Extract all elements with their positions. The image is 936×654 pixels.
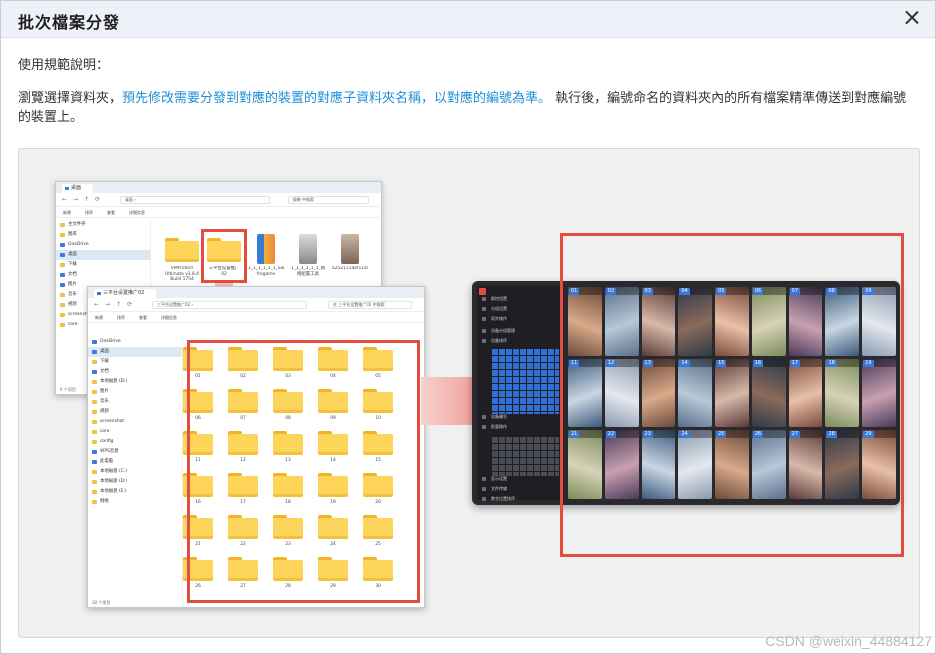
sidebar-item[interactable]: WPS云盘 bbox=[88, 447, 182, 457]
nav-arrows-icon: ←→↑⟳ bbox=[94, 301, 139, 308]
sidebar-item[interactable]: 本地磁盘 (D:) bbox=[88, 477, 182, 487]
sidebar-item[interactable]: OneDrive bbox=[88, 337, 182, 347]
toolbar-item[interactable]: 新建 bbox=[63, 210, 71, 215]
device-sidebar-item[interactable]: 同步操作 bbox=[477, 314, 507, 323]
search-box: 在 三平台设置推广02 中搜索 bbox=[328, 301, 412, 309]
file-name: 1_1_1_1_1_1_网络配置工具 bbox=[290, 266, 326, 277]
sidebar-item[interactable]: 文档 bbox=[88, 367, 182, 377]
device-sidebar-item[interactable]: 批量操作 bbox=[477, 422, 507, 431]
sidebar-item[interactable]: 桌面 bbox=[88, 347, 182, 357]
device-sidebar-item[interactable]: 显示设置 bbox=[477, 474, 507, 483]
sidebar-item[interactable]: 音乐 bbox=[88, 397, 182, 407]
nav-arrows-icon: ←→↑⟳ bbox=[62, 196, 107, 203]
device-grid-selected bbox=[491, 348, 559, 414]
toolbar-item[interactable]: 查看 bbox=[107, 210, 115, 215]
explorer-tab: 三平台设置推广02 bbox=[94, 289, 157, 298]
folder-icon bbox=[165, 238, 199, 262]
tool-icon bbox=[299, 234, 317, 264]
device-sidebar-item[interactable]: 群控设置 bbox=[477, 294, 507, 303]
sidebar-item[interactable]: 图库 bbox=[56, 230, 150, 240]
sidebar-item[interactable]: 下载 bbox=[88, 357, 182, 367]
explorer-tab: 桌面 bbox=[62, 184, 94, 193]
sidebar-item[interactable]: 桌面 bbox=[56, 250, 150, 260]
toolbar-item[interactable]: 排序 bbox=[117, 315, 125, 320]
sidebar-item[interactable]: 图片 bbox=[88, 387, 182, 397]
device-grid-numbers bbox=[491, 436, 559, 476]
device-sidebar-item[interactable]: 文件传输 bbox=[477, 484, 507, 493]
dialog-titlebar: 批次檔案分發 bbox=[1, 1, 935, 38]
device-sidebar-item[interactable]: 分组设置 bbox=[477, 304, 507, 313]
status-bar: 30 个项目 bbox=[92, 600, 111, 605]
usage-description: 瀏覽選擇資料夾，預先修改需要分發到對應的裝置的對應子資料夾名稱，以對應的編號為準… bbox=[18, 89, 918, 127]
file-name: VMProtect Ultimate v3.8.4 Build 1754 bbox=[165, 266, 199, 282]
desc-highlight: 預先修改需要分發到對應的裝置的對應子資料夾名稱，以對應的編號為準。 bbox=[122, 91, 552, 106]
sidebar-item[interactable]: OneDrive bbox=[56, 240, 150, 250]
address-bar: 三平台设置推广02 › bbox=[152, 301, 307, 309]
batch-file-distribution-dialog: 批次檔案分發 使用規範說明： 瀏覽選擇資料夾，預先修改需要分發到對應的裝置的對應… bbox=[0, 0, 936, 654]
sidebar-item[interactable]: 此电脑 bbox=[88, 457, 182, 467]
sidebar-item[interactable]: screenshot bbox=[88, 417, 182, 427]
file-name: a2521114ef114a6e9bf4c1fcf4a80173a0ff9e0f… bbox=[332, 266, 368, 271]
sidebar-item[interactable]: 下载 bbox=[56, 260, 150, 270]
desc-part1: 瀏覽選擇資料夾， bbox=[18, 91, 123, 106]
device-screens-highlight bbox=[560, 233, 904, 557]
dialog-title: 批次檔案分發 bbox=[18, 13, 121, 32]
watermark: CSDN @weixin_44884127 bbox=[765, 633, 932, 649]
explorer-toolbar: 新建 排序 查看 详细信息 bbox=[88, 312, 424, 323]
numbered-folders-highlight bbox=[187, 340, 420, 603]
status-bar: 6 个项目 bbox=[60, 387, 76, 392]
device-control-sidebar: 群控设置 分组设置 同步操作设备分组管理 设备排序设备编号 批量操作显示设置 文件传输 数字… bbox=[477, 286, 563, 503]
sidebar-item[interactable]: config bbox=[88, 437, 182, 447]
zip-icon bbox=[257, 234, 275, 264]
close-icon[interactable] bbox=[903, 9, 921, 27]
sidebar-item[interactable]: 网络 bbox=[88, 497, 182, 507]
toolbar-item[interactable]: 详细信息 bbox=[129, 210, 145, 215]
explorer-toolbar: 新建 排序 查看 详细信息 bbox=[56, 207, 381, 218]
toolbar-item[interactable]: 排序 bbox=[85, 210, 93, 215]
selected-folder-highlight bbox=[201, 229, 247, 283]
device-sidebar-item[interactable]: 设备分组管理 bbox=[477, 326, 515, 335]
toolbar-item[interactable]: 查看 bbox=[139, 315, 147, 320]
search-box: 搜尋 中搜索 bbox=[287, 196, 369, 204]
explorer-sidebar: OneDrive 桌面 下载 文档 本地磁盘 (D:) 图片 音乐 视频 screenshot c… bbox=[88, 337, 183, 607]
video-icon bbox=[341, 234, 359, 264]
toolbar-item[interactable]: 新建 bbox=[95, 315, 103, 320]
toolbar-item[interactable]: 详细信息 bbox=[161, 315, 177, 320]
sidebar-item[interactable]: core bbox=[88, 427, 182, 437]
sidebar-item[interactable]: 视频 bbox=[88, 407, 182, 417]
sidebar-item[interactable]: 主文件夹 bbox=[56, 220, 150, 230]
device-sidebar-item[interactable]: 设备编号 bbox=[477, 412, 507, 421]
illustration-panel: 桌面 ←→↑⟳ 桌面 › 搜尋 中搜索 新建 排序 查看 详细信息 主文件夹 图库 One… bbox=[18, 148, 920, 638]
sidebar-item[interactable]: 本地磁盘 (E:) bbox=[88, 487, 182, 497]
device-sidebar-item[interactable]: 数字位置排序 bbox=[477, 494, 515, 503]
sidebar-item[interactable]: 本地磁盘 (D:) bbox=[88, 377, 182, 387]
sidebar-item[interactable]: 文档 bbox=[56, 270, 150, 280]
address-bar: 桌面 › bbox=[120, 196, 270, 204]
device-sidebar-item[interactable]: 设备排序 bbox=[477, 336, 507, 345]
usage-label: 使用規範說明： bbox=[18, 58, 110, 73]
file-name: 1_1_1_1_1_1_Sw frogame bbox=[248, 266, 284, 277]
sidebar-item[interactable]: 本地磁盘 (C:) bbox=[88, 467, 182, 477]
